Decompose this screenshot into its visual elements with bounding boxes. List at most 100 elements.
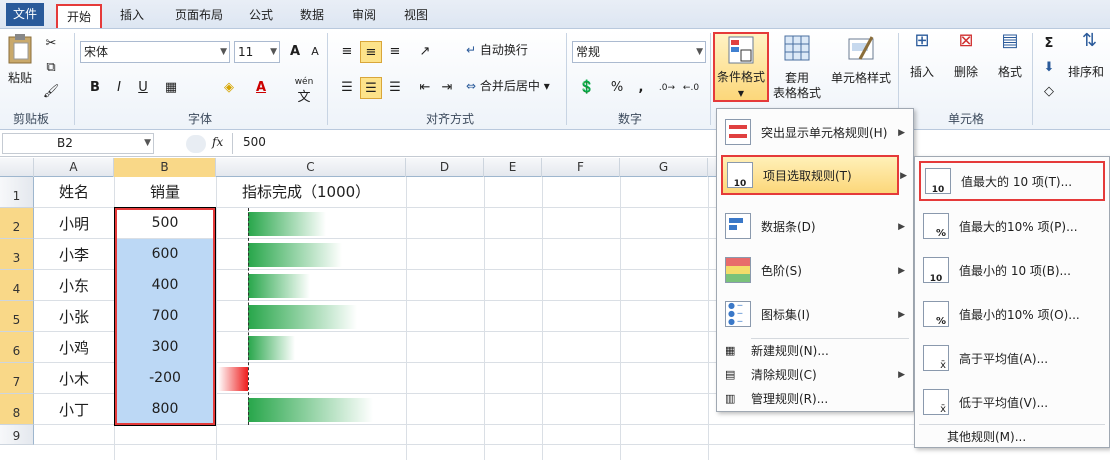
cell-name[interactable]: 小明 [34,213,114,234]
row-header[interactable]: 1 [0,177,34,208]
italic-button[interactable]: I [108,77,130,99]
column-header[interactable]: B [114,158,216,177]
autosum-button[interactable]: Σ [1038,33,1060,55]
menu-more-rules[interactable]: 其他规则(M)... [915,427,1109,447]
header-sales[interactable]: 销量 [114,181,216,202]
insert-label: 插入 [909,65,934,79]
bold-button[interactable]: B [84,77,106,99]
menu-highlight-cells-rules[interactable]: 突出显示单元格规则(H) ▶ [717,115,913,151]
number-format-select[interactable]: 常规 ▼ [572,41,706,63]
align-middle-icon[interactable]: ≡ [360,41,382,63]
cell-name[interactable]: 小丁 [34,399,114,420]
menu-color-scales[interactable]: 色阶(S) ▶ [717,253,913,289]
cell-name[interactable]: 小鸡 [34,337,114,358]
sort-filter-button[interactable]: ⇅ 排序和 [1068,32,1110,80]
tab-file[interactable]: 文件 [6,3,44,26]
cell-styles-button[interactable]: 单元格样式 [830,33,892,103]
formula-input[interactable]: 500 [232,133,1110,154]
paste-button[interactable]: 粘贴 [4,33,36,95]
menu-top-10-percent[interactable]: % 值最大的10% 项(P)... [915,209,1109,245]
menu-bottom-10-percent[interactable]: % 值最小的10% 项(O)... [915,297,1109,333]
row-header[interactable]: 9 [0,425,34,445]
column-header[interactable]: A [34,158,114,177]
decrease-indent-icon[interactable]: ⇤ [414,77,436,99]
percent-button[interactable]: % [606,77,628,99]
menu-top-10-items[interactable]: 10 值最大的 10 项(T)... [919,161,1105,201]
row-header[interactable]: 7 [0,363,34,394]
format-cells-button[interactable]: ▤ 格式 [990,32,1030,80]
row-header[interactable]: 2 [0,208,34,239]
align-left-icon[interactable]: ☰ [336,77,358,99]
format-as-table-button[interactable]: 套用 表格格式 [768,33,826,103]
header-name[interactable]: 姓名 [34,181,114,202]
row-header[interactable]: 3 [0,239,34,270]
decrease-decimal-icon[interactable]: ←.0 [680,77,702,99]
menu-new-rule[interactable]: ▦ 新建规则(N)... [717,341,913,363]
border-icon[interactable]: ▦ [160,77,182,99]
increase-decimal-icon[interactable]: .0→ [656,77,678,99]
menu-bottom-10-items[interactable]: 10 值最小的 10 项(B)... [915,253,1109,289]
menu-icon-sets[interactable]: ● ─ ● ─ ● ─ 图标集(I) ▶ [717,297,913,333]
font-size-select[interactable]: 11 ▼ [234,41,280,63]
increase-indent-icon[interactable]: ⇥ [436,77,458,99]
phonetic-button[interactable]: wén 文 [290,75,318,107]
tab-data[interactable]: 数据 [292,4,332,28]
menu-above-average[interactable]: x̄ 高于平均值(A)... [915,341,1109,377]
menu-manage-rules[interactable]: ▥ 管理规则(R)... [717,389,913,411]
orientation-icon[interactable]: ↗ [414,41,436,63]
align-right-icon[interactable]: ☰ [384,77,406,99]
shrink-font-button[interactable]: A [304,41,326,63]
formula-splitter[interactable] [186,135,206,153]
row-header[interactable]: 6 [0,332,34,363]
menu-top-bottom-rules[interactable]: 10 项目选取规则(T) ▶ [721,155,907,195]
tab-view[interactable]: 视图 [396,4,436,28]
tab-home[interactable]: 开始 [56,4,102,28]
column-header[interactable]: E [484,158,542,177]
delete-cells-button[interactable]: ⊠ 删除 [946,32,986,80]
tab-review[interactable]: 审阅 [344,4,384,28]
function-button[interactable]: fx [212,135,223,149]
name-box[interactable]: B2 ▼ [2,133,154,154]
cell-name[interactable]: 小李 [34,244,114,265]
cell-name[interactable]: 小张 [34,306,114,327]
tab-insert[interactable]: 插入 [112,4,152,28]
cell-name[interactable]: 小东 [34,275,114,296]
menu-data-bars[interactable]: 数据条(D) ▶ [717,209,913,245]
cell-name[interactable]: 小木 [34,368,114,389]
header-target[interactable]: 指标完成（1000） [220,181,406,202]
merge-center-button[interactable]: ⇔ 合并后居中 ▾ [466,79,566,94]
menu-item-label: 数据条(D) [761,220,816,234]
data-bar [248,274,310,298]
align-top-icon[interactable]: ≡ [336,41,358,63]
select-all-corner[interactable] [0,158,34,177]
align-center-icon[interactable]: ☰ [360,77,382,99]
copy-icon[interactable]: ⧉ [40,57,62,79]
row-header[interactable]: 5 [0,301,34,332]
conditional-format-button[interactable]: 条件格式 ▼ [713,32,769,102]
currency-icon[interactable]: 💲 [576,77,598,99]
row-header[interactable]: 8 [0,394,34,425]
clear-icon[interactable]: ◇ [1038,81,1060,103]
wrap-text-button[interactable]: ↵ 自动换行 [466,43,556,58]
paste-label: 粘贴 [7,71,32,85]
grow-font-button[interactable]: A [284,41,306,63]
align-bottom-icon[interactable]: ≡ [384,41,406,63]
column-header[interactable]: D [406,158,484,177]
cut-icon[interactable]: ✂ [40,33,62,55]
tab-formulas[interactable]: 公式 [242,4,280,28]
tab-page-layout[interactable]: 页面布局 [164,4,234,28]
format-painter-icon[interactable]: 🖌 [40,81,62,103]
font-name-select[interactable]: 宋体 ▼ [80,41,230,63]
column-header[interactable]: G [620,158,708,177]
column-header[interactable]: F [542,158,620,177]
menu-below-average[interactable]: x̄ 低于平均值(V)... [915,385,1109,421]
column-header[interactable]: C [216,158,406,177]
fill-icon[interactable]: ⬇ [1038,57,1060,79]
fill-color-icon[interactable]: ◈ [218,77,240,99]
menu-clear-rules[interactable]: ▤ 清除规则(C) ▶ [717,365,913,387]
font-color-button[interactable]: A [250,77,272,99]
underline-button[interactable]: U [132,77,154,99]
comma-button[interactable]: , [630,77,652,99]
insert-cells-button[interactable]: ⊞ 插入 [902,32,942,80]
row-header[interactable]: 4 [0,270,34,301]
